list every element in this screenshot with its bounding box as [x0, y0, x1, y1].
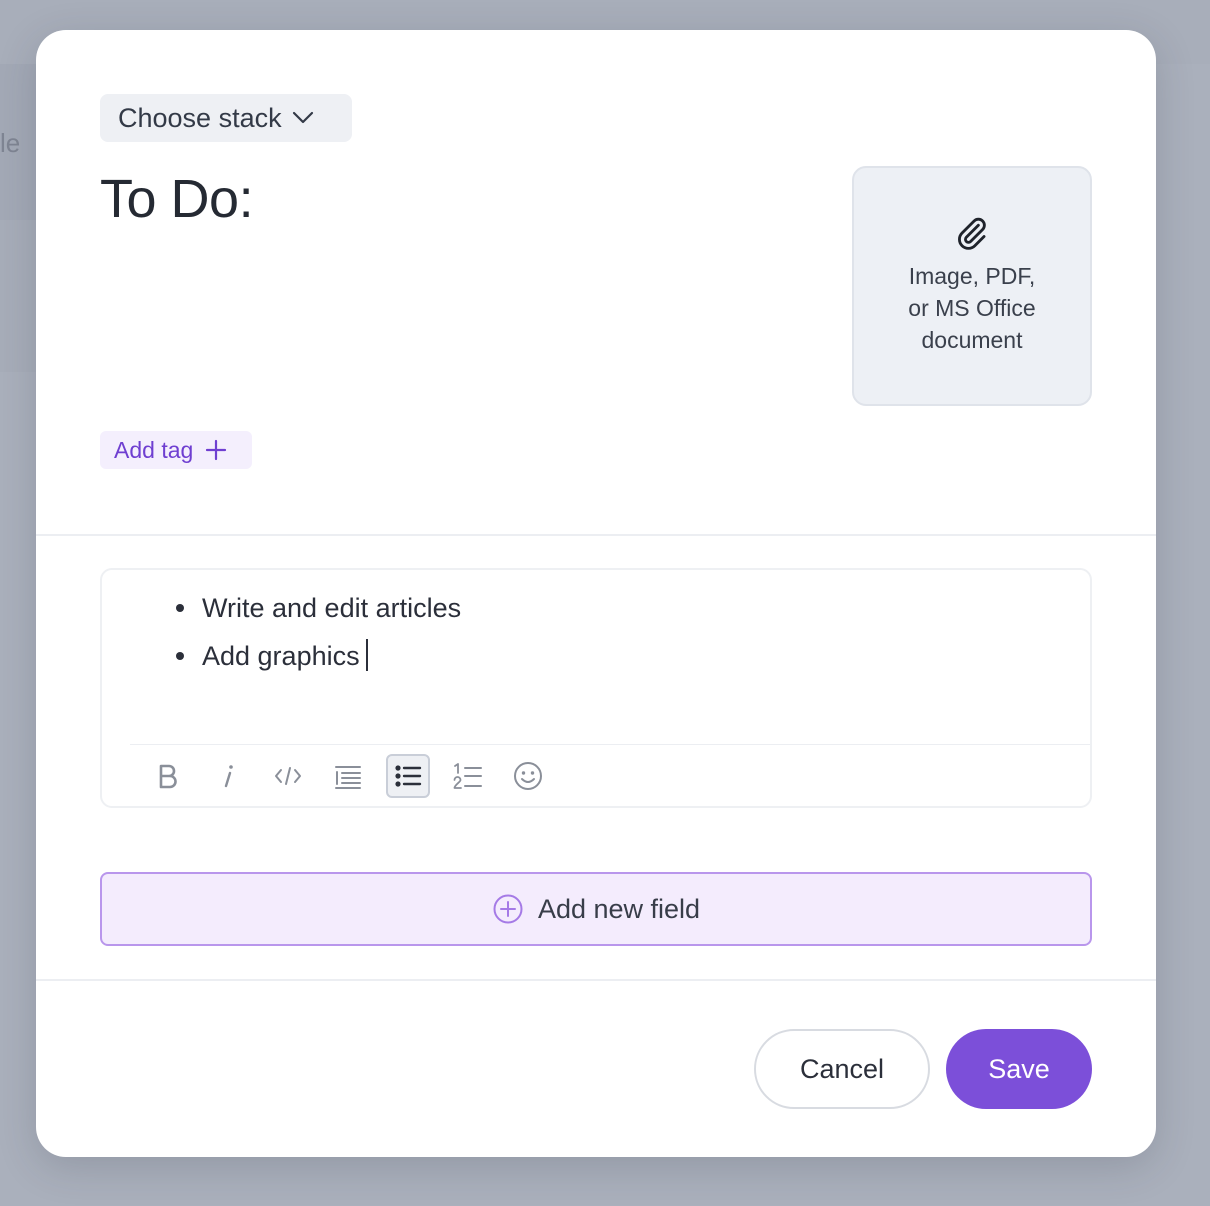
numbered-list-button[interactable]: [446, 754, 490, 798]
save-button[interactable]: Save: [946, 1029, 1092, 1109]
choose-stack-label: Choose stack: [118, 102, 282, 133]
indent-list-button[interactable]: [326, 754, 370, 798]
text-caret: [365, 639, 368, 671]
numbered-list-icon: [453, 763, 482, 789]
add-new-field-label: Add new field: [537, 893, 701, 924]
italic-button[interactable]: [206, 754, 250, 798]
plus-icon: [206, 439, 227, 461]
attachment-hint-line: or MS Office: [908, 295, 1036, 321]
bullet-list-button[interactable]: [386, 754, 430, 798]
bold-icon: [159, 764, 177, 789]
emoji-button[interactable]: [506, 754, 550, 798]
code-icon: [275, 767, 301, 785]
rich-text-editor[interactable]: Write and edit articles Add graphics: [100, 568, 1092, 808]
card-title[interactable]: To Do:: [100, 168, 254, 230]
formatting-toolbar: [146, 754, 550, 798]
list-item-text: Write and edit articles: [202, 593, 462, 623]
toolbar-divider: [130, 744, 1090, 745]
bullet-list-icon: [395, 765, 422, 787]
attachment-dropzone[interactable]: Image, PDF, or MS Office document: [852, 166, 1092, 406]
background-partial-text: le: [0, 128, 21, 158]
attachment-hint-line: document: [921, 327, 1023, 353]
add-tag-label: Add tag: [114, 436, 194, 463]
indent-list-icon: [335, 766, 361, 789]
bold-button[interactable]: [146, 754, 190, 798]
list-item[interactable]: Write and edit articles: [175, 584, 462, 632]
code-button[interactable]: [266, 754, 310, 798]
add-tag-button[interactable]: Add tag: [100, 431, 252, 469]
card-editor-modal: Choose stack To Do: Image, PDF, or MS Of…: [36, 30, 1156, 1157]
footer-divider: [36, 979, 1156, 981]
section-divider: [36, 534, 1156, 536]
bullet-list: Write and edit articles Add graphics: [102, 584, 461, 680]
paperclip-icon: [958, 217, 986, 250]
italic-icon: [224, 765, 233, 788]
list-item[interactable]: Add graphics: [175, 632, 461, 680]
attachment-hint: Image, PDF, or MS Office document: [887, 260, 1057, 356]
add-new-field-button[interactable]: Add new field: [100, 872, 1092, 946]
cancel-button[interactable]: Cancel: [754, 1029, 930, 1109]
list-item-text: Add graphics: [202, 641, 360, 671]
choose-stack-dropdown[interactable]: Choose stack: [100, 94, 352, 142]
plus-circle-icon: [493, 894, 523, 924]
chevron-down-icon: [292, 111, 313, 124]
attachment-hint-line: Image, PDF,: [908, 263, 1036, 289]
emoji-icon: [514, 762, 542, 790]
